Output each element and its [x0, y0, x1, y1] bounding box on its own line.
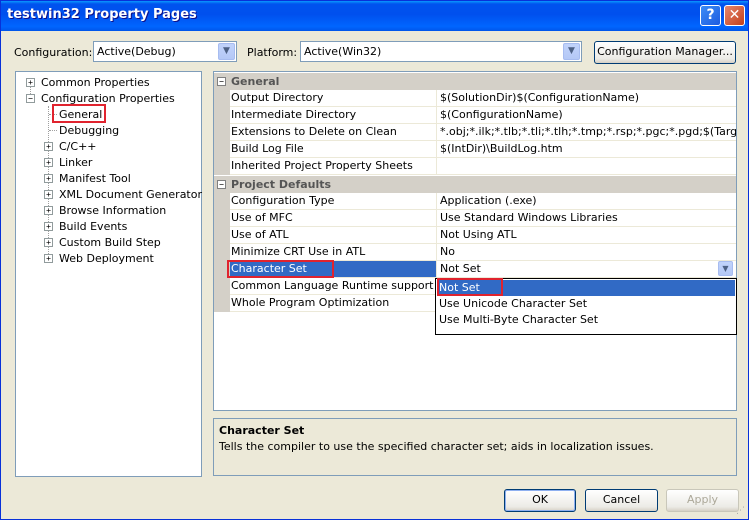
expand-icon[interactable]: + — [44, 205, 53, 215]
property-pages-window: testwin32 Property Pages ? ✕ Configurati… — [0, 0, 749, 520]
ok-button[interactable]: OK — [504, 489, 576, 512]
platform-select[interactable]: Active(Win32) ▼ — [300, 41, 582, 62]
tree-item-c-cpp[interactable]: + C/C++ — [44, 138, 99, 154]
property-row[interactable]: Extensions to Delete on Clean *.obj;*.ilk… — [214, 124, 736, 141]
expand-icon[interactable]: + — [44, 221, 53, 231]
property-row[interactable]: Build Log File $(IntDir)\BuildLog.htm — [214, 141, 736, 158]
collapse-icon[interactable]: − — [217, 77, 226, 86]
description-title: Character Set — [219, 424, 305, 437]
property-row[interactable]: Minimize CRT Use in ATL No — [214, 244, 736, 261]
property-row[interactable]: Use of ATL Not Using ATL — [214, 227, 736, 244]
expand-icon[interactable]: + — [44, 253, 53, 263]
character-set-value[interactable]: Not Set — [440, 262, 481, 275]
window-title: testwin32 Property Pages — [7, 7, 197, 22]
property-row[interactable]: Configuration Type Application (.exe) — [214, 193, 736, 210]
chevron-down-icon[interactable]: ▼ — [563, 43, 580, 60]
tree-item-linker[interactable]: + Linker — [44, 154, 94, 170]
description-panel: Character Set Tells the compiler to use … — [213, 418, 737, 476]
option-unicode[interactable]: Use Unicode Character Set — [437, 296, 735, 312]
category-general[interactable]: − General — [214, 73, 736, 90]
configuration-manager-button[interactable]: Configuration Manager... — [594, 41, 736, 64]
apply-button[interactable]: Apply — [666, 489, 739, 512]
property-grid: − General Output Directory $(SolutionDir)… — [213, 71, 737, 411]
collapse-icon[interactable]: − — [26, 93, 35, 103]
close-button[interactable]: ✕ — [724, 5, 745, 26]
chevron-down-icon[interactable]: ▼ — [218, 43, 235, 60]
tree-item-debugging[interactable]: Debugging — [57, 122, 121, 138]
platform-label: Platform: — [247, 46, 298, 59]
tree-item-common-properties[interactable]: + Common Properties — [26, 74, 152, 90]
property-row[interactable]: Intermediate Directory $(ConfigurationNam… — [214, 107, 736, 124]
tree-line — [49, 130, 57, 131]
tree-item-xml-document-generator[interactable]: + XML Document Generator — [44, 186, 204, 202]
property-row[interactable]: Output Directory $(SolutionDir)$(Configur… — [214, 90, 736, 107]
tree-item-custom-build-step[interactable]: + Custom Build Step — [44, 234, 163, 250]
platform-value: Active(Win32) — [304, 45, 382, 58]
cancel-button[interactable]: Cancel — [585, 489, 658, 512]
configuration-select[interactable]: Active(Debug) ▼ — [93, 41, 237, 62]
expand-icon[interactable]: + — [44, 157, 53, 167]
tree-item-manifest-tool[interactable]: + Manifest Tool — [44, 170, 133, 186]
resize-grip-icon[interactable]: ⋰ — [736, 506, 745, 516]
tree-item-web-deployment[interactable]: + Web Deployment — [44, 250, 156, 266]
expand-icon[interactable]: + — [44, 189, 53, 199]
highlight-box — [437, 278, 503, 296]
highlight-box — [227, 260, 334, 278]
description-text: Tells the compiler to use the specified … — [219, 440, 654, 453]
expand-icon[interactable]: + — [44, 237, 53, 247]
chevron-down-icon[interactable]: ▼ — [718, 261, 733, 276]
configuration-label: Configuration: — [14, 46, 93, 59]
property-tree: + Common Properties − Configuration Prop… — [15, 71, 202, 477]
expand-icon[interactable]: + — [44, 173, 53, 183]
category-project-defaults[interactable]: − Project Defaults — [214, 176, 736, 193]
property-row[interactable]: Inherited Project Property Sheets — [214, 158, 736, 175]
highlight-box — [52, 104, 106, 123]
property-row[interactable]: Use of MFC Use Standard Windows Libraries — [214, 210, 736, 227]
option-multi-byte[interactable]: Use Multi-Byte Character Set — [437, 312, 735, 328]
collapse-icon[interactable]: − — [217, 180, 226, 189]
expand-icon[interactable]: + — [44, 141, 53, 151]
help-button[interactable]: ? — [700, 5, 721, 26]
expand-icon[interactable]: + — [26, 77, 35, 87]
configuration-value: Active(Debug) — [97, 45, 176, 58]
tree-item-browse-information[interactable]: + Browse Information — [44, 202, 168, 218]
tree-item-build-events[interactable]: + Build Events — [44, 218, 129, 234]
title-bar[interactable]: testwin32 Property Pages ? ✕ — [1, 1, 748, 31]
